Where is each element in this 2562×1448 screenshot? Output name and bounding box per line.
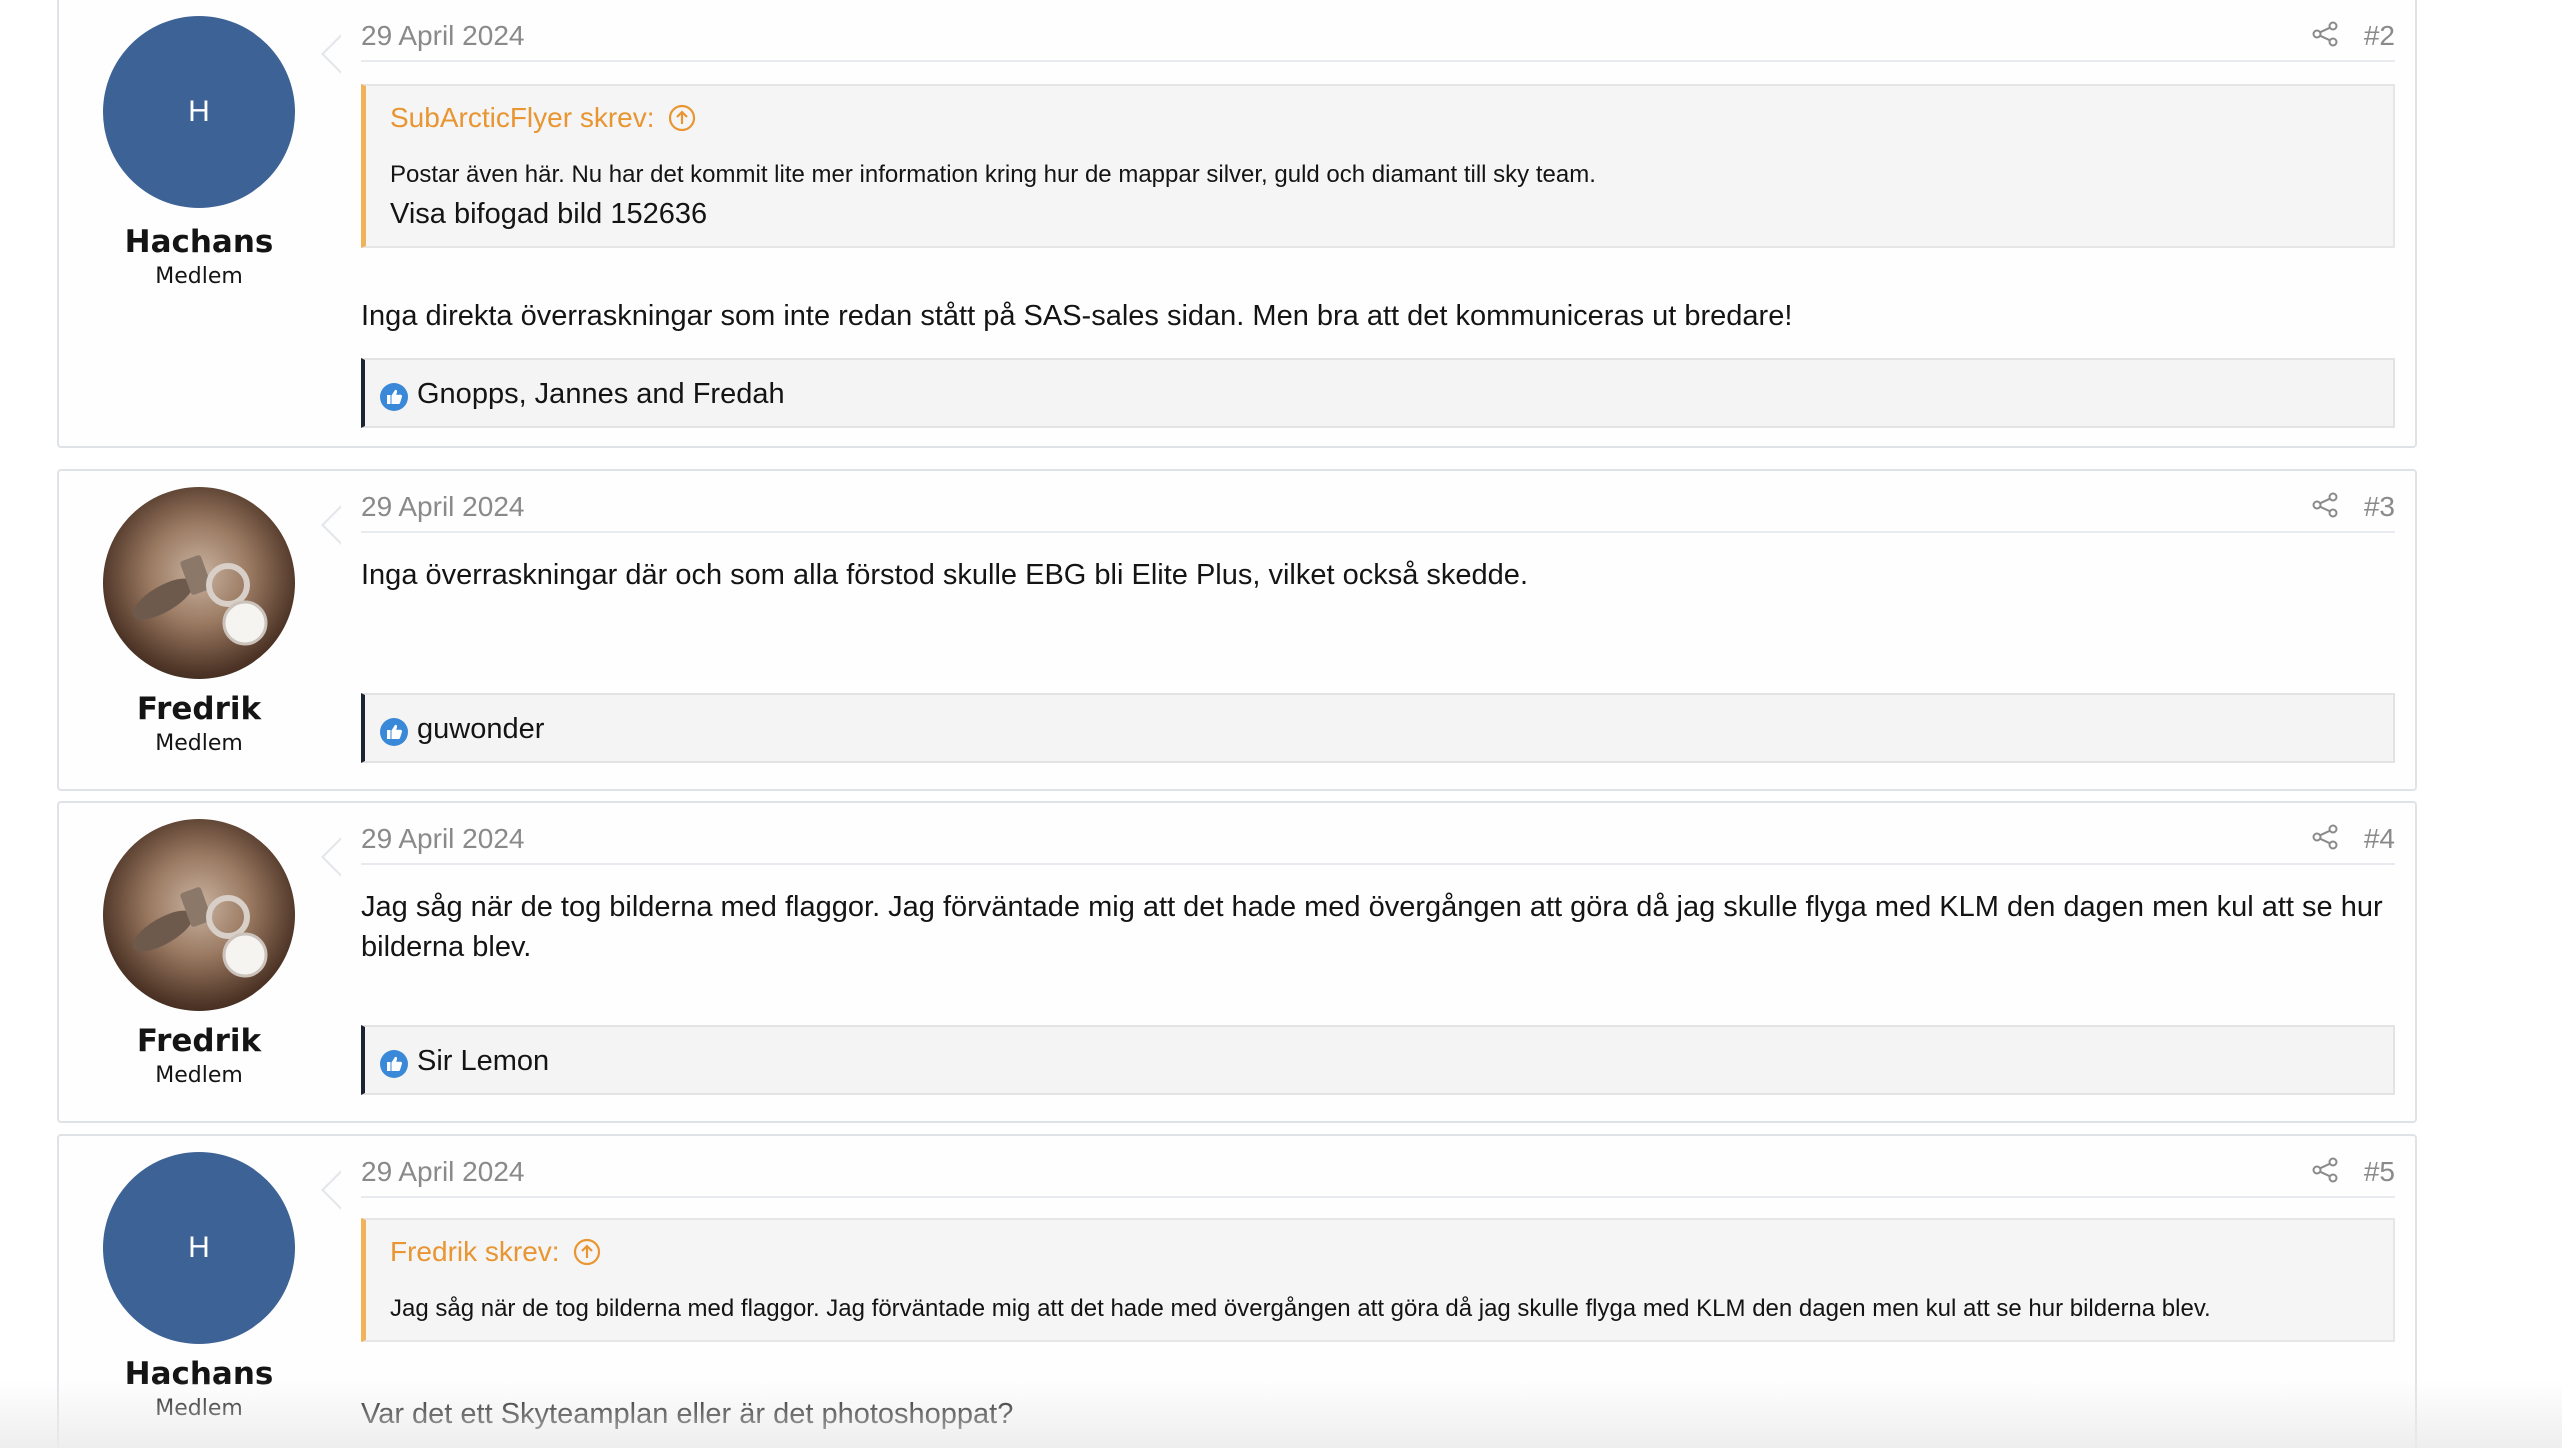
post-message: Inga direkta överraskningar som inte red… [361, 300, 1793, 332]
avatar[interactable] [103, 819, 295, 1011]
post-header: 29 April 2024 #3 [361, 473, 2395, 533]
avatar-image [132, 555, 268, 646]
post-arrow [321, 1170, 342, 1210]
thumbs-up-icon [380, 718, 408, 746]
user-title: Medlem [155, 1063, 243, 1088]
username[interactable]: Fredrik [59, 691, 339, 727]
username[interactable]: Hachans [59, 1356, 339, 1392]
post: Fredrik Medlem 29 April 2024 #4 Jag såg … [57, 801, 2417, 1123]
reactions-bar[interactable]: Sir Lemon [361, 1025, 2395, 1095]
quote-attachment-link[interactable]: Visa bifogad bild 152636 [390, 194, 2369, 235]
post-date[interactable]: 29 April 2024 [361, 1156, 524, 1188]
user-cell: H Hachans Medlem [59, 0, 339, 446]
post-main: 29 April 2024 #3 Inga överraskningar där… [361, 471, 2395, 789]
post-header: 29 April 2024 #4 [361, 805, 2395, 865]
reaction-users[interactable]: guwonder [417, 713, 544, 746]
share-icon[interactable] [2311, 823, 2339, 851]
user-title: Medlem [155, 731, 243, 756]
post-main: 29 April 2024 #5 Fredrik skrev: Jag såg … [361, 1136, 2395, 1448]
quote-block: Fredrik skrev: Jag såg när de tog bilder… [361, 1218, 2395, 1342]
post-arrow [321, 505, 342, 545]
avatar[interactable]: H [103, 1152, 295, 1344]
post-main: 29 April 2024 #4 Jag såg när de tog bild… [361, 803, 2395, 1121]
post-header: 29 April 2024 #2 [361, 2, 2395, 62]
quote-text: Postar även här. Nu har det kommit lite … [390, 161, 1596, 188]
post-number[interactable]: #3 [2364, 491, 2395, 523]
post-date[interactable]: 29 April 2024 [361, 20, 524, 52]
quote-author: Fredrik skrev: [390, 1236, 560, 1267]
share-icon[interactable] [2311, 20, 2339, 48]
avatar-image [132, 887, 268, 978]
user-title: Medlem [155, 264, 243, 289]
share-icon[interactable] [2311, 1156, 2339, 1184]
quote-author-link[interactable]: Fredrik skrev: [390, 1236, 602, 1268]
quote-author: SubArcticFlyer skrev: [390, 102, 655, 133]
share-icon[interactable] [2311, 491, 2339, 519]
post-arrow [321, 34, 342, 74]
thumbs-up-icon [380, 1050, 408, 1078]
quote-block: SubArcticFlyer skrev: Postar även här. N… [361, 84, 2395, 248]
post-number[interactable]: #5 [2364, 1156, 2395, 1188]
post: Fredrik Medlem 29 April 2024 #3 Inga öve… [57, 469, 2417, 791]
reactions-bar[interactable]: guwonder [361, 693, 2395, 763]
username[interactable]: Fredrik [59, 1023, 339, 1059]
reactions-bar[interactable]: Gnopps, Jannes and Fredah [361, 358, 2395, 428]
user-cell: Fredrik Medlem [59, 803, 339, 1121]
post-arrow [321, 837, 342, 877]
arrow-up-circle-icon [573, 1238, 600, 1266]
avatar-letter: H [188, 1231, 210, 1264]
user-cell: H Hachans Medlem [59, 1136, 339, 1448]
reaction-users[interactable]: Sir Lemon [417, 1045, 549, 1078]
post: H Hachans Medlem 29 April 2024 #2 SubArc… [57, 0, 2417, 448]
quote-author-link[interactable]: SubArcticFlyer skrev: [390, 102, 697, 134]
forum-thread: H Hachans Medlem 29 April 2024 #2 SubArc… [0, 0, 2562, 1448]
post-message: Jag såg när de tog bilderna med flaggor.… [361, 891, 2383, 964]
post-date[interactable]: 29 April 2024 [361, 491, 524, 523]
thumbs-up-icon [380, 383, 408, 411]
avatar-letter: H [188, 95, 210, 128]
post-number[interactable]: #4 [2364, 823, 2395, 855]
post-number[interactable]: #2 [2364, 20, 2395, 52]
username[interactable]: Hachans [59, 224, 339, 260]
post-header: 29 April 2024 #5 [361, 1138, 2395, 1198]
user-cell: Fredrik Medlem [59, 471, 339, 789]
quote-text: Jag såg när de tog bilderna med flaggor.… [390, 1295, 2211, 1322]
post-date[interactable]: 29 April 2024 [361, 823, 524, 855]
arrow-up-circle-icon [668, 104, 695, 132]
user-title: Medlem [155, 1396, 243, 1421]
avatar[interactable]: H [103, 16, 295, 208]
avatar[interactable] [103, 487, 295, 679]
post-message: Inga överraskningar där och som alla för… [361, 559, 1528, 591]
post: H Hachans Medlem 29 April 2024 #5 Fredri… [57, 1134, 2417, 1448]
reaction-users[interactable]: Gnopps, Jannes and Fredah [417, 378, 785, 411]
post-message: Var det ett Skyteamplan eller är det pho… [361, 1398, 1014, 1430]
post-main: 29 April 2024 #2 SubArcticFlyer skrev: P… [361, 0, 2395, 446]
